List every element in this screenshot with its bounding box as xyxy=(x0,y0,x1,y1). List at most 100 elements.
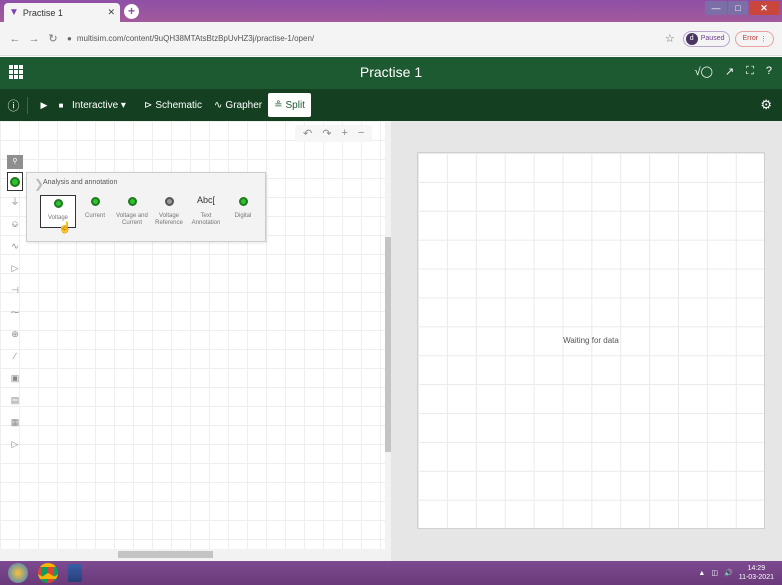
buffer-icon[interactable]: ▷ xyxy=(7,434,23,455)
bookmark-star-icon[interactable]: ☆ xyxy=(665,32,675,45)
profile-paused-button[interactable]: d Paused xyxy=(682,30,731,47)
network-icon[interactable]: ◫ xyxy=(711,569,718,577)
tab-schematic[interactable]: ⊳ Schematic xyxy=(138,93,208,117)
tab-grapher-label: Grapher xyxy=(225,99,263,111)
split-icon: ≗ xyxy=(274,99,283,111)
tab-split[interactable]: ≗ Split xyxy=(268,93,311,117)
mouse-cursor-icon: ☝ xyxy=(58,222,72,234)
zoom-controls: ↶ ↷ + − xyxy=(295,125,373,142)
error-button[interactable]: Error ⋮ xyxy=(735,30,774,47)
error-label: Error xyxy=(742,35,759,42)
flyout-item-label: Digital xyxy=(234,213,252,219)
flyout-item-label-2: Current xyxy=(121,220,142,226)
header-icons: √◯ ↗ ⛶ ? xyxy=(695,65,772,78)
inductor-icon[interactable]: ⁓ xyxy=(7,302,23,323)
zoom-in-icon[interactable]: + xyxy=(341,127,347,140)
text-annotation-item[interactable]: Abc[ Text Annotation xyxy=(188,195,224,227)
transistor-icon[interactable]: ⊕ xyxy=(7,324,23,345)
browser-tab[interactable]: ▼ Practise 1 ✕ xyxy=(4,3,120,22)
app-toolbar: ⓘ ▶ ■ Interactive ▾ ⊳ Schematic ∿ Graphe… xyxy=(0,89,782,121)
redo-icon[interactable]: ↷ xyxy=(322,127,331,140)
system-tray: ▲ ◫ 🔊 14:29 11-03-2021 xyxy=(698,564,774,582)
digital-probe-item[interactable]: Digital xyxy=(225,197,261,220)
clock[interactable]: 14:29 11-03-2021 xyxy=(739,564,774,582)
grapher-icon: ∿ xyxy=(214,99,223,111)
voltage-current-probe-icon xyxy=(114,197,150,211)
current-probe-icon xyxy=(77,197,113,211)
switch-icon[interactable]: ∕ xyxy=(7,346,23,367)
browser-tab-title: Practise 1 xyxy=(22,7,63,18)
ic-chip-icon[interactable]: ▣ xyxy=(7,368,23,389)
flyout-item-label: Voltage xyxy=(158,213,180,219)
clock-date: 11-03-2021 xyxy=(738,574,774,581)
flyout-item-label: Text xyxy=(200,213,212,219)
app-header: Practise 1 √◯ ↗ ⛶ ? xyxy=(0,57,782,89)
schematic-icon: ⊳ xyxy=(143,99,153,111)
mode-select[interactable]: Interactive ▾ xyxy=(72,100,126,111)
close-tab-icon[interactable]: ✕ xyxy=(107,7,115,18)
address-bar: ← → ↻ ● multisim.com/content/9uQH38MTAts… xyxy=(0,22,782,56)
waiting-for-data-label: Waiting for data xyxy=(563,336,619,345)
info-icon[interactable]: ⓘ xyxy=(0,96,28,114)
tab-schematic-label: Schematic xyxy=(155,99,203,111)
schematic-horizontal-scroll-thumb[interactable] xyxy=(118,551,213,558)
component-sidebar: ⚲ ⏚ ⎉ ∿ ▷ ⊣ ⁓ ⊕ ∕ ▣ ▤ ▦ ▷ xyxy=(6,155,24,455)
browser-tab-strip: ▼ Practise 1 ✕ + — □ ✕ xyxy=(0,0,782,22)
window-close-button[interactable]: ✕ xyxy=(749,1,779,15)
screen: { "browser": { "tab_title": "Practise 1"… xyxy=(0,0,782,585)
voltage-probe-icon xyxy=(41,199,75,213)
back-icon[interactable]: ← xyxy=(8,33,22,45)
mode-label: Interactive xyxy=(72,99,119,111)
paused-label: Paused xyxy=(700,35,725,42)
profile-avatar: d xyxy=(685,32,698,45)
clock-time: 14:29 xyxy=(747,565,766,572)
flyout-item-label: Current xyxy=(84,213,105,219)
tray-arrow-icon[interactable]: ▲ xyxy=(698,570,705,577)
voltage-current-probe-item[interactable]: Voltage and Current xyxy=(114,197,150,227)
text-annotation-icon: Abc[ xyxy=(196,195,215,205)
schematic-canvas[interactable]: ↶ ↷ + − ⚲ ⏚ ⎉ ∿ ▷ ⊣ ⁓ ⊕ ∕ ▣ ▤ ▦ ▷ ❯ Anal… xyxy=(0,121,386,549)
flyout-item-label-2: Annotation xyxy=(191,220,221,226)
tab-split-label: Split xyxy=(285,99,305,111)
window-minimize-button[interactable]: — xyxy=(705,1,727,15)
undo-icon[interactable]: ↶ xyxy=(303,127,312,140)
stop-icon[interactable]: ■ xyxy=(54,101,68,110)
zoom-out-icon[interactable]: − xyxy=(358,127,364,140)
analysis-probe-icon[interactable] xyxy=(7,172,23,191)
lock-icon: ● xyxy=(67,34,72,43)
voltage-reference-item[interactable]: Voltage Reference xyxy=(151,197,187,227)
url-field[interactable]: multisim.com/content/9uQH38MTAtsBtzBpUvH… xyxy=(77,34,665,43)
flyout-item-label: Voltage and xyxy=(116,213,148,219)
share-icon[interactable]: ↗ xyxy=(725,65,734,78)
diode-icon[interactable]: ⊣ xyxy=(7,280,23,301)
forward-icon[interactable]: → xyxy=(27,33,41,45)
multisim-favicon-icon: ▼ xyxy=(9,7,19,18)
source-icon[interactable]: ⎉ xyxy=(7,214,23,235)
app-taskbar-icon[interactable] xyxy=(68,564,82,582)
window-maximize-button[interactable]: □ xyxy=(728,1,748,15)
logic-chip-icon[interactable]: ▤ xyxy=(7,390,23,411)
fullscreen-icon[interactable]: ⛶ xyxy=(746,65,754,78)
measure-icon[interactable]: √◯ xyxy=(695,65,713,78)
chrome-taskbar-icon[interactable] xyxy=(38,563,58,583)
flyout-item-label-2: Reference xyxy=(155,220,183,226)
volume-icon[interactable]: 🔊 xyxy=(724,569,733,577)
flyout-title: Analysis and annotation xyxy=(43,179,118,186)
help-icon[interactable]: ? xyxy=(766,65,772,78)
play-icon[interactable]: ▶ xyxy=(34,100,54,111)
current-probe-item[interactable]: Current xyxy=(77,197,113,220)
windows-taskbar: ▲ ◫ 🔊 14:29 11-03-2021 xyxy=(0,561,782,585)
ground-icon[interactable]: ⏚ xyxy=(7,192,23,213)
page-title: Practise 1 xyxy=(359,64,423,80)
search-icon[interactable]: ⚲ xyxy=(7,155,23,169)
opamp-icon[interactable]: ▷ xyxy=(7,258,23,279)
connector-icon[interactable]: ▦ xyxy=(7,412,23,433)
tab-grapher[interactable]: ∿ Grapher xyxy=(208,93,268,117)
new-tab-button[interactable]: + xyxy=(124,4,139,19)
digital-probe-icon xyxy=(225,197,261,211)
start-menu-icon[interactable] xyxy=(8,563,28,583)
voltage-reference-icon xyxy=(151,197,187,211)
resistor-icon[interactable]: ∿ xyxy=(7,236,23,257)
gear-icon[interactable]: ⚙ xyxy=(760,97,772,113)
reload-icon[interactable]: ↻ xyxy=(46,32,60,45)
